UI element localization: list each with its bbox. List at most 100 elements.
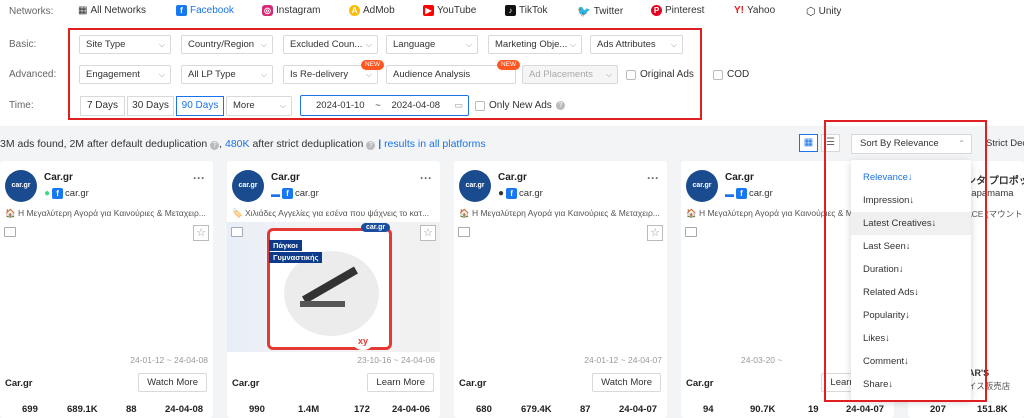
stat-value: 1.4M xyxy=(298,404,320,415)
stat-value: 24-04-07 xyxy=(846,404,885,415)
ad-card[interactable]: car.gr Car.gr ● f car.gr ··· 🏠 Η Μεγαλύτερ… xyxy=(0,161,213,418)
cta-button[interactable]: Watch More xyxy=(592,373,661,392)
grid-view-button[interactable]: ▦ xyxy=(799,134,818,152)
stat-value: 90.7K xyxy=(750,404,776,415)
ad-media[interactable]: car.gr Πάγκοι Γυμναστικής xy xyxy=(227,222,440,352)
favorite-star-icon[interactable]: ☆ xyxy=(647,225,663,241)
stat-value: 87 xyxy=(580,404,591,415)
ad-card[interactable]: car.gr Car.gr ▬ f car.gr ··· 🏷️ Χιλιάδες Α… xyxy=(227,161,440,418)
stat-value: 689.1K xyxy=(67,404,98,415)
advanced-label: Advanced: xyxy=(9,69,57,80)
ad-card[interactable]: car.gr Car.gr ● f car.gr ··· 🏠 Η Μεγαλύτερ… xyxy=(454,161,667,418)
stat-value: 990 xyxy=(249,404,265,415)
network-all[interactable]: ▦ All Networks xyxy=(78,5,146,16)
network-yahoo[interactable]: Y! Yahoo xyxy=(734,5,775,16)
ad-description: 🏷️ Χιλιάδες Αγγελίες για εσένα που ψάχνε… xyxy=(232,208,430,218)
stat-value: 207 xyxy=(930,404,946,415)
advertiser-logo: car.gr xyxy=(459,170,491,202)
advertiser-name[interactable]: Car.gr xyxy=(725,172,754,183)
stat-value: 699 xyxy=(22,404,38,415)
cta-button[interactable]: Learn More xyxy=(367,373,434,392)
youtube-icon: ▶ xyxy=(423,5,434,16)
network-pinterest[interactable]: P Pinterest xyxy=(651,5,704,16)
stat-value: 679.4K xyxy=(521,404,552,415)
sort-highlight-box xyxy=(824,120,987,402)
favorite-star-icon[interactable]: ☆ xyxy=(193,225,209,241)
ad-tag-2: Γυμναστικής xyxy=(269,252,323,263)
unity-icon: ⬡ xyxy=(806,6,816,18)
product-backdrop xyxy=(284,251,379,336)
advertiser-logo: car.gr xyxy=(232,170,264,202)
ad-tag-1: Πάγκοι xyxy=(269,240,302,251)
twitter-icon: 🐦 xyxy=(577,6,591,18)
image-icon xyxy=(4,227,16,237)
network-twitter[interactable]: 🐦 Twitter xyxy=(577,5,623,18)
card-advertiser-name: Car.gr xyxy=(459,378,487,389)
stat-value: 151.8K xyxy=(977,404,1008,415)
results-summary: 3M ads found, 2M after default deduplica… xyxy=(0,138,486,150)
ad-media[interactable] xyxy=(0,222,213,352)
network-tiktok[interactable]: ♪ TikTok xyxy=(505,5,548,16)
more-options-icon[interactable]: ··· xyxy=(193,171,205,185)
ad-media[interactable] xyxy=(454,222,667,352)
help-icon: ? xyxy=(366,141,376,150)
advertiser-name[interactable]: Car.gr xyxy=(44,172,73,183)
date-range: 23-10-16 ~ 24-04-06 xyxy=(357,355,435,365)
card-advertiser-name: Car.gr xyxy=(686,378,714,389)
stat-value: 94 xyxy=(703,404,714,415)
network-admob[interactable]: A AdMob xyxy=(349,5,395,16)
advertiser-logo: car.gr xyxy=(5,170,37,202)
time-label: Time: xyxy=(9,100,34,111)
card-advertiser-name: Car.gr xyxy=(5,378,33,389)
strict-dedup-label[interactable]: Strict Dec xyxy=(986,138,1024,149)
network-unity[interactable]: ⬡ Unity xyxy=(806,5,841,18)
all-platforms-link[interactable]: results in all platforms xyxy=(384,138,486,150)
facebook-icon: f xyxy=(506,188,518,199)
platform-row: ▬ f car.gr xyxy=(271,188,319,199)
basic-label: Basic: xyxy=(9,39,37,50)
advertiser-logo: car.gr xyxy=(686,170,718,202)
filter-highlight-box xyxy=(68,28,702,120)
card-advertiser-name: Car.gr xyxy=(232,378,260,389)
admob-icon: A xyxy=(349,5,360,16)
ad-description: 🏠 Η Μεγαλύτερη Αγορά για Καινούριες & Με… xyxy=(459,208,660,218)
image-icon xyxy=(231,227,243,237)
facebook-icon: f xyxy=(176,5,187,16)
stat-value: 172 xyxy=(354,404,370,415)
facebook-icon: f xyxy=(52,188,64,199)
platform-row: ● f car.gr xyxy=(44,188,89,199)
xy-brand-badge: xy xyxy=(352,332,374,350)
network-youtube[interactable]: ▶ YouTube xyxy=(423,5,476,16)
ad-description: 🏠 Η Μεγαλύτερη Αγορά για Καινούριες & Με… xyxy=(5,208,206,218)
facebook-icon: f xyxy=(736,188,747,199)
desktop-icon: ▬ xyxy=(725,188,734,199)
platform-row: ● f car.gr xyxy=(498,188,543,199)
image-icon xyxy=(458,227,470,237)
date-range: 24-01-12 ~ 24-04-07 xyxy=(584,355,662,365)
advertiser-name[interactable]: Car.gr xyxy=(498,172,527,183)
android-icon: ● xyxy=(44,188,51,199)
more-options-icon[interactable]: ··· xyxy=(420,171,432,185)
yahoo-icon: Y! xyxy=(734,5,744,16)
advertiser-name[interactable]: Car.gr xyxy=(271,172,300,183)
networks-label: Networks: xyxy=(9,6,54,17)
more-options-icon[interactable]: ··· xyxy=(647,171,659,185)
desktop-icon: ▬ xyxy=(271,188,280,199)
help-icon: ? xyxy=(210,141,220,150)
date-range: 24-03-20 ~ xyxy=(741,355,783,365)
tiktok-icon: ♪ xyxy=(505,5,516,16)
grid-view-icon: ▦ xyxy=(803,137,814,148)
cod-checkbox[interactable]: COD xyxy=(713,69,749,80)
favorite-star-icon[interactable]: ☆ xyxy=(420,225,436,241)
brand-logo: car.gr xyxy=(361,223,391,232)
network-instagram[interactable]: ◎ Instagram xyxy=(262,5,320,16)
stat-value: 88 xyxy=(126,404,137,415)
grid-icon: ▦ xyxy=(78,5,88,16)
network-facebook[interactable]: f Facebook xyxy=(176,5,234,16)
bench-base xyxy=(300,301,345,307)
stat-value: 19 xyxy=(808,404,819,415)
cta-button[interactable]: Watch More xyxy=(138,373,207,392)
instagram-icon: ◎ xyxy=(262,5,273,16)
date-range: 24-01-12 ~ 24-04-08 xyxy=(130,355,208,365)
stat-value: 24-04-07 xyxy=(619,404,658,415)
